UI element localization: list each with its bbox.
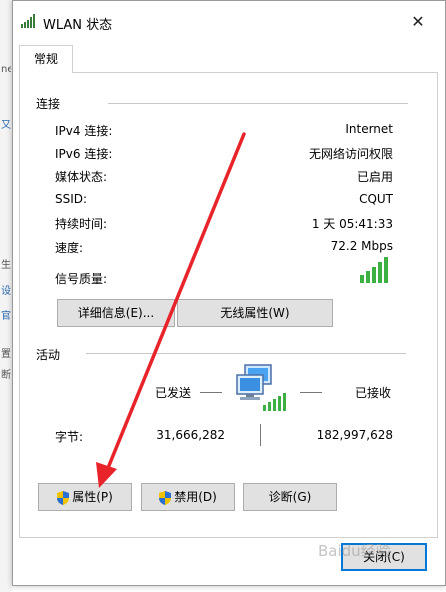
received-line	[300, 392, 322, 393]
bytes-received-value: 182,997,628	[316, 428, 393, 442]
sent-label: 已发送	[155, 386, 192, 400]
ipv6-value: 无网络访问权限	[308, 147, 393, 161]
wlan-status-dialog: WLAN 状态 ✕ 常规 连接 IPv4 连接: Internet IPv6 连…	[12, 0, 446, 586]
tab-panel-general: 连接 IPv4 连接: Internet IPv6 连接: 无网络访问权限 媒体…	[19, 72, 438, 538]
bytes-sent-value: 31,666,282	[156, 428, 225, 442]
speed-label: 速度:	[55, 241, 84, 255]
signal-strength-icon	[360, 257, 388, 283]
ssid-value: CQUT	[359, 192, 393, 206]
duration-value: 1 天 05:41:33	[311, 217, 393, 231]
ipv6-label: IPv6 连接:	[55, 147, 113, 161]
properties-button-label: 属性(P)	[72, 490, 113, 504]
connection-group-label: 连接	[36, 97, 61, 111]
close-window-button[interactable]: ✕	[407, 11, 429, 33]
group-divider	[86, 353, 406, 354]
ipv4-label: IPv4 连接:	[55, 124, 113, 138]
activity-group-label: 活动	[36, 348, 61, 362]
diagnose-button[interactable]: 诊断(G)	[243, 483, 337, 511]
background-text: 官	[1, 311, 11, 322]
sent-line	[200, 392, 222, 393]
background-text: 又	[1, 120, 11, 131]
background-text: 断	[1, 370, 11, 381]
background-text: 设	[1, 286, 11, 297]
bytes-label: 字节:	[55, 430, 84, 444]
wireless-properties-button[interactable]: 无线属性(W)	[177, 299, 333, 327]
duration-label: 持续时间:	[55, 217, 108, 231]
disable-button[interactable]: 禁用(D)	[141, 483, 235, 511]
close-icon: ✕	[411, 12, 425, 31]
media-state-label: 媒体状态:	[55, 170, 108, 184]
received-label: 已接收	[355, 386, 392, 400]
watermark: Baidu经验	[318, 542, 391, 560]
wlan-signal-icon	[21, 14, 35, 28]
media-state-value: 已启用	[356, 170, 393, 184]
details-button[interactable]: 详细信息(E)...	[57, 299, 175, 327]
properties-button[interactable]: 属性(P)	[38, 483, 132, 511]
window-title: WLAN 状态	[43, 18, 113, 33]
ipv4-value: Internet	[345, 122, 393, 136]
background-app-strip: ne 又 生 设 官 置 断	[0, 0, 12, 592]
background-text: 生	[1, 260, 11, 271]
network-computers-icon	[236, 364, 286, 411]
shield-icon	[57, 490, 70, 505]
background-text: ne	[1, 64, 11, 75]
group-divider	[108, 103, 408, 104]
bytes-divider	[260, 424, 261, 446]
speed-value: 72.2 Mbps	[330, 239, 393, 253]
disable-button-label: 禁用(D)	[174, 490, 217, 504]
tab-general[interactable]: 常规	[19, 45, 73, 73]
background-text: 置	[1, 349, 11, 360]
ssid-label: SSID:	[55, 192, 88, 206]
shield-icon	[159, 490, 172, 505]
signal-quality-label: 信号质量:	[55, 272, 108, 286]
title-bar: WLAN 状态 ✕	[13, 1, 445, 41]
